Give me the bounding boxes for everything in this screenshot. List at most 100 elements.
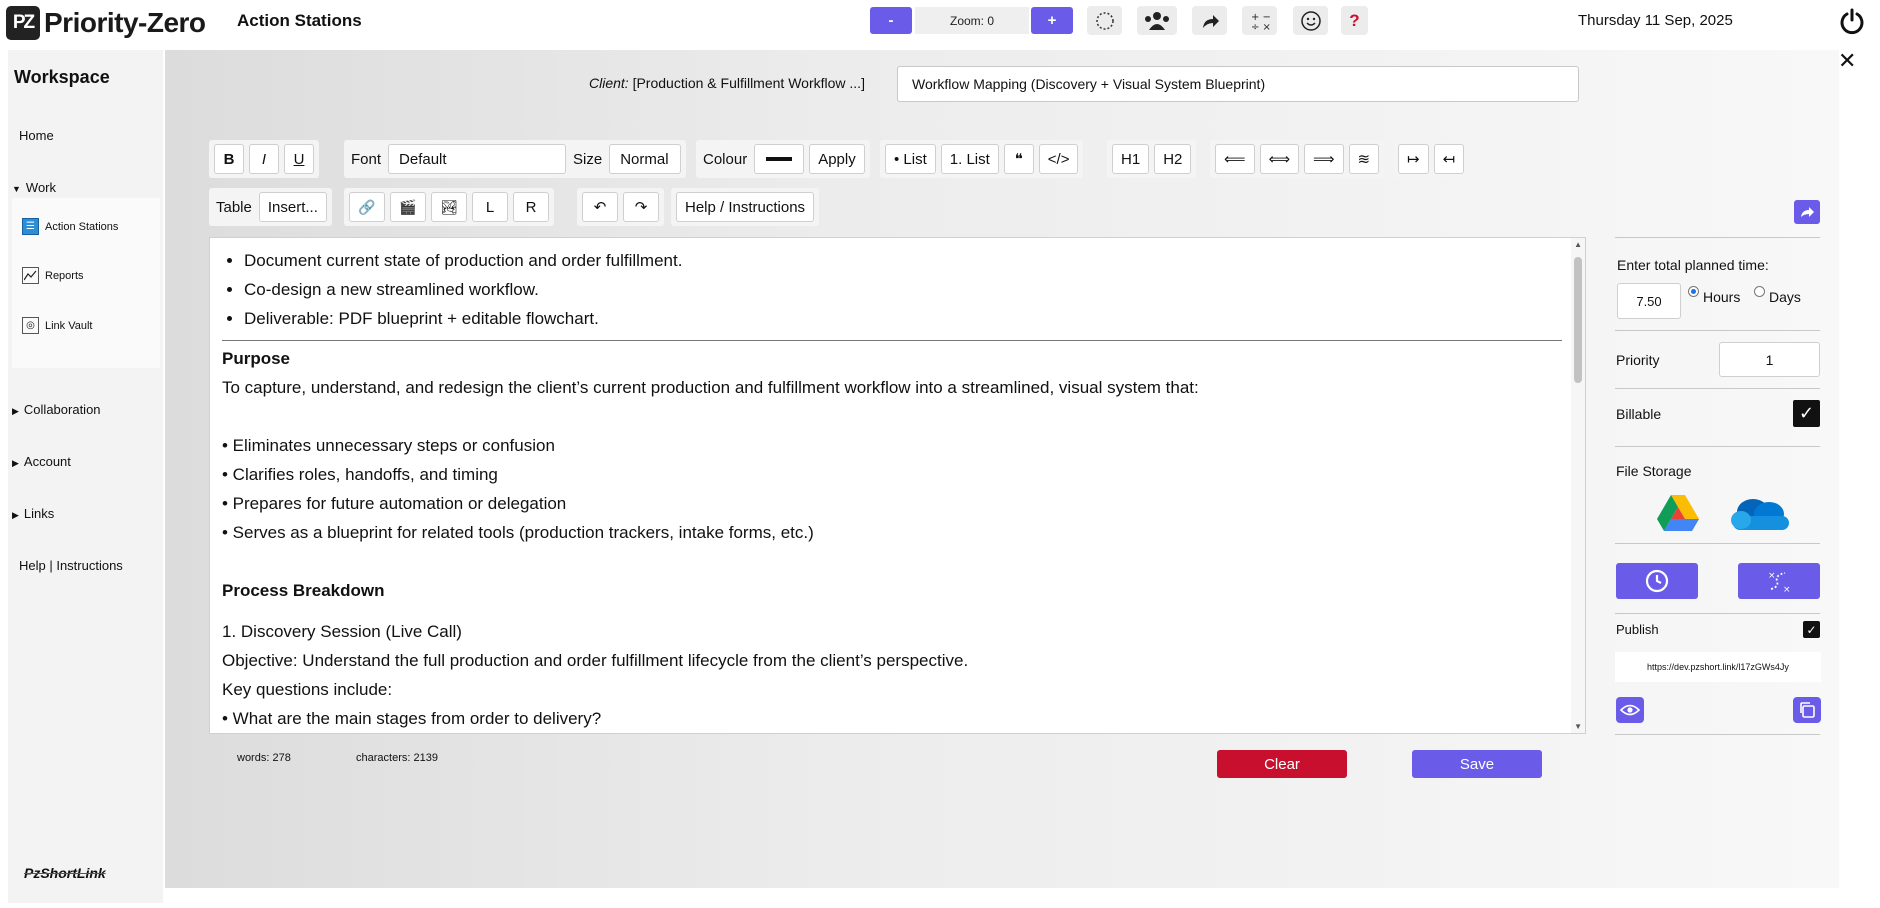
sidebar-item-links[interactable]: ▶ Links [12, 506, 54, 521]
sidebar: Workspace Home ▼ Work ☰ Action Stations R… [8, 50, 163, 903]
copy-icon[interactable] [1793, 697, 1821, 723]
scroll-up-icon[interactable]: ▲ [1574, 240, 1582, 249]
list-item: Co-design a new streamlined workflow. [244, 275, 1562, 304]
zoom-in-button[interactable]: + [1031, 7, 1073, 34]
size-select[interactable]: Normal [609, 144, 682, 174]
billable-checkbox[interactable]: ✓ [1793, 400, 1820, 427]
number-list-button[interactable]: 1. List [940, 144, 999, 174]
share-icon[interactable] [1794, 200, 1820, 224]
divider [1615, 237, 1820, 238]
bullet-list-button[interactable]: • List [885, 144, 936, 174]
spinner-icon[interactable] [1087, 6, 1122, 35]
colour-group: Colour Apply [696, 140, 870, 178]
sidebar-item-account[interactable]: ▶ Account [12, 454, 71, 469]
app-name: Priority-Zero [44, 7, 206, 38]
google-drive-icon[interactable] [1656, 494, 1700, 537]
preview-eye-icon[interactable] [1616, 697, 1644, 723]
float-right-button[interactable]: R [513, 192, 549, 222]
h2-button[interactable]: H2 [1154, 144, 1192, 174]
days-radio-dot[interactable] [1754, 285, 1765, 297]
divider [1615, 613, 1820, 614]
sidebar-item-label: Links [23, 506, 55, 521]
align-right-button[interactable]: ⟹ [1304, 144, 1344, 174]
objective-text: Objective: Understand the full productio… [222, 651, 969, 670]
calculator-icon[interactable]: + − ÷ × [1242, 6, 1277, 35]
editor-scrollbar[interactable]: ▲ ▼ [1571, 238, 1585, 733]
underline-button[interactable]: U [284, 144, 314, 174]
bold-button[interactable]: B [214, 144, 244, 174]
editor-help-button[interactable]: Help / Instructions [676, 192, 815, 222]
sidebar-item-collaboration[interactable]: ▶ Collaboration [12, 402, 101, 417]
svg-text:×: × [1768, 571, 1776, 581]
app-logo[interactable]: PZ Priority-Zero [6, 5, 206, 41]
publish-checkbox[interactable]: ✓ [1803, 621, 1820, 638]
help-icon[interactable]: ? [1341, 6, 1368, 35]
colour-swatch[interactable] [754, 144, 805, 174]
sidebar-item-link-vault[interactable]: ◎ Link Vault [22, 317, 93, 334]
quote-button[interactable]: ❝ [1003, 144, 1034, 174]
route-icon: ×× [1768, 571, 1791, 594]
key-questions-text: Key questions include: [222, 680, 393, 699]
apply-button[interactable]: Apply [809, 144, 865, 174]
publish-url[interactable]: https://dev.pzshort.link/l17zGWs4Jy [1615, 652, 1821, 682]
sidebar-item-label: Action Stations [45, 220, 119, 233]
priority-input[interactable]: 1 [1719, 342, 1820, 377]
summary-list: Document current state of production and… [244, 246, 1562, 333]
italic-button[interactable]: I [249, 144, 279, 174]
sidebar-item-work[interactable]: ▼ Work [12, 180, 56, 195]
svg-text:×: × [1783, 585, 1791, 594]
indent-button[interactable]: ↦ [1398, 144, 1429, 174]
link-icon[interactable]: 🔗 [349, 192, 385, 222]
sidebar-item-help[interactable]: Help | Instructions [19, 558, 123, 573]
sidebar-item-home[interactable]: Home [19, 128, 54, 143]
share-arrow-icon[interactable] [1192, 6, 1227, 35]
step-heading: 1. Discovery Session (Live Call) [222, 622, 462, 641]
video-icon[interactable]: 🎬 [390, 192, 426, 222]
hours-radio[interactable]: Hours [1688, 285, 1740, 305]
outdent-button[interactable]: ↤ [1433, 144, 1465, 174]
sidebar-title: Workspace [14, 67, 110, 87]
route-button[interactable]: × × [1738, 563, 1820, 599]
collapse-button[interactable]: ≋ [1348, 144, 1380, 174]
team-icon[interactable] [1137, 6, 1177, 35]
close-icon[interactable]: ✕ [1838, 48, 1856, 74]
page-title: Action Stations [237, 11, 362, 30]
shortlink-logo[interactable]: PzShortLink [24, 865, 106, 881]
sidebar-item-label: Link Vault [45, 319, 93, 332]
planned-time-label: Enter total planned time: [1617, 257, 1769, 273]
power-icon[interactable] [1838, 7, 1866, 42]
sidebar-item-reports[interactable]: Reports [22, 267, 84, 284]
smiley-icon[interactable] [1293, 6, 1328, 35]
clear-button[interactable]: Clear [1217, 750, 1347, 778]
image-icon[interactable]: 🏞 [431, 192, 467, 222]
onedrive-icon[interactable] [1727, 494, 1791, 537]
align-center-button[interactable]: ⟺ [1259, 144, 1300, 174]
scroll-down-icon[interactable]: ▼ [1574, 722, 1582, 731]
client-label: Client: [Production & Fulfillment Workfl… [589, 75, 865, 91]
editor-content[interactable]: Document current state of production and… [222, 246, 1562, 733]
rich-text-editor[interactable]: Document current state of production and… [209, 237, 1586, 734]
title-input[interactable]: Workflow Mapping (Discovery + Visual Sys… [897, 66, 1579, 102]
align-left-button[interactable]: ⟸ [1215, 144, 1255, 174]
scroll-thumb[interactable] [1574, 257, 1582, 383]
hours-radio-dot[interactable] [1688, 285, 1699, 297]
float-left-button[interactable]: L [472, 192, 508, 222]
insert-table-button[interactable]: Insert... [258, 192, 327, 222]
code-button[interactable]: </> [1038, 144, 1079, 174]
h1-button[interactable]: H1 [1112, 144, 1150, 174]
zoom-out-button[interactable]: - [870, 7, 912, 34]
days-radio[interactable]: Days [1754, 285, 1801, 305]
redo-icon[interactable]: ↷ [623, 192, 659, 222]
font-select[interactable]: Default [388, 144, 567, 174]
current-date: Thursday 11 Sep, 2025 [1578, 12, 1733, 29]
divider [1615, 388, 1820, 389]
divider [1615, 330, 1820, 331]
planned-time-input[interactable]: 7.50 [1617, 283, 1681, 319]
timer-button[interactable] [1616, 563, 1698, 599]
undo-icon[interactable]: ↶ [582, 192, 618, 222]
client-value[interactable]: [Production & Fulfillment Workflow ...] [633, 75, 865, 91]
save-button[interactable]: Save [1412, 750, 1542, 778]
sidebar-item-action-stations[interactable]: ☰ Action Stations [22, 218, 118, 235]
